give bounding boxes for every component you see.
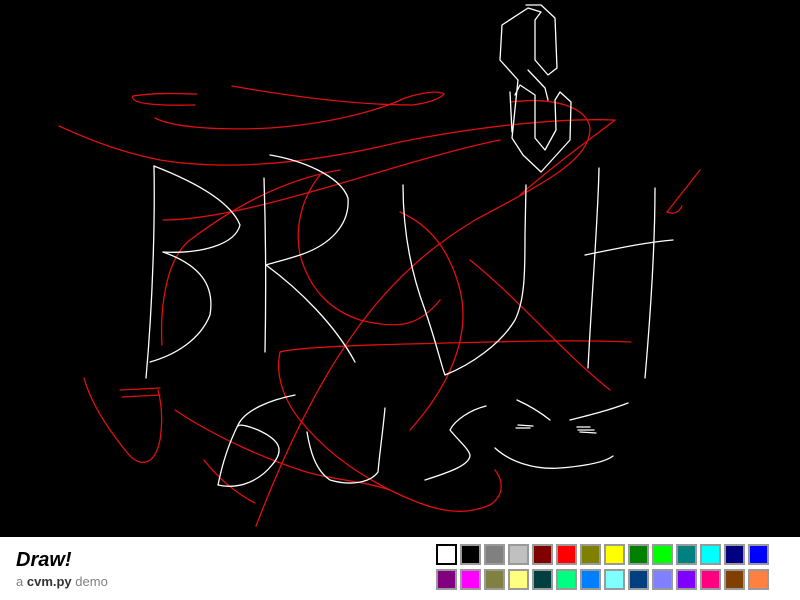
color-swatch[interactable]: [484, 544, 505, 565]
color-swatch[interactable]: [436, 544, 457, 565]
color-swatch[interactable]: [580, 569, 601, 590]
color-swatch[interactable]: [676, 569, 697, 590]
color-swatch[interactable]: [508, 569, 529, 590]
drawing-canvas[interactable]: [0, 0, 800, 537]
color-swatch[interactable]: [748, 569, 769, 590]
color-swatch[interactable]: [556, 544, 577, 565]
color-swatch[interactable]: [604, 544, 625, 565]
color-swatch[interactable]: [532, 544, 553, 565]
subtitle-prefix: a: [16, 574, 24, 589]
color-swatch[interactable]: [700, 544, 721, 565]
color-palette: [436, 544, 769, 590]
color-swatch[interactable]: [532, 569, 553, 590]
color-swatch[interactable]: [580, 544, 601, 565]
toolbar: Draw! a cvm.py demo: [0, 537, 800, 600]
color-swatch[interactable]: [748, 544, 769, 565]
color-swatch[interactable]: [460, 569, 481, 590]
color-swatch[interactable]: [628, 569, 649, 590]
subtitle-suffix: demo: [75, 574, 108, 589]
color-swatch[interactable]: [460, 544, 481, 565]
color-swatch[interactable]: [436, 569, 457, 590]
color-swatch[interactable]: [676, 544, 697, 565]
color-swatch[interactable]: [508, 544, 529, 565]
subtitle-brand: cvm.py: [26, 574, 72, 589]
app-title: Draw!: [16, 549, 72, 571]
app-subtitle: a cvm.py demo: [16, 574, 108, 589]
color-swatch[interactable]: [628, 544, 649, 565]
color-swatch[interactable]: [484, 569, 505, 590]
color-swatch[interactable]: [604, 569, 625, 590]
color-swatch[interactable]: [700, 569, 721, 590]
color-swatch[interactable]: [724, 544, 745, 565]
color-swatch[interactable]: [724, 569, 745, 590]
white-strokes: [145, 4, 674, 487]
color-swatch[interactable]: [652, 569, 673, 590]
color-swatch[interactable]: [556, 569, 577, 590]
color-swatch[interactable]: [652, 544, 673, 565]
